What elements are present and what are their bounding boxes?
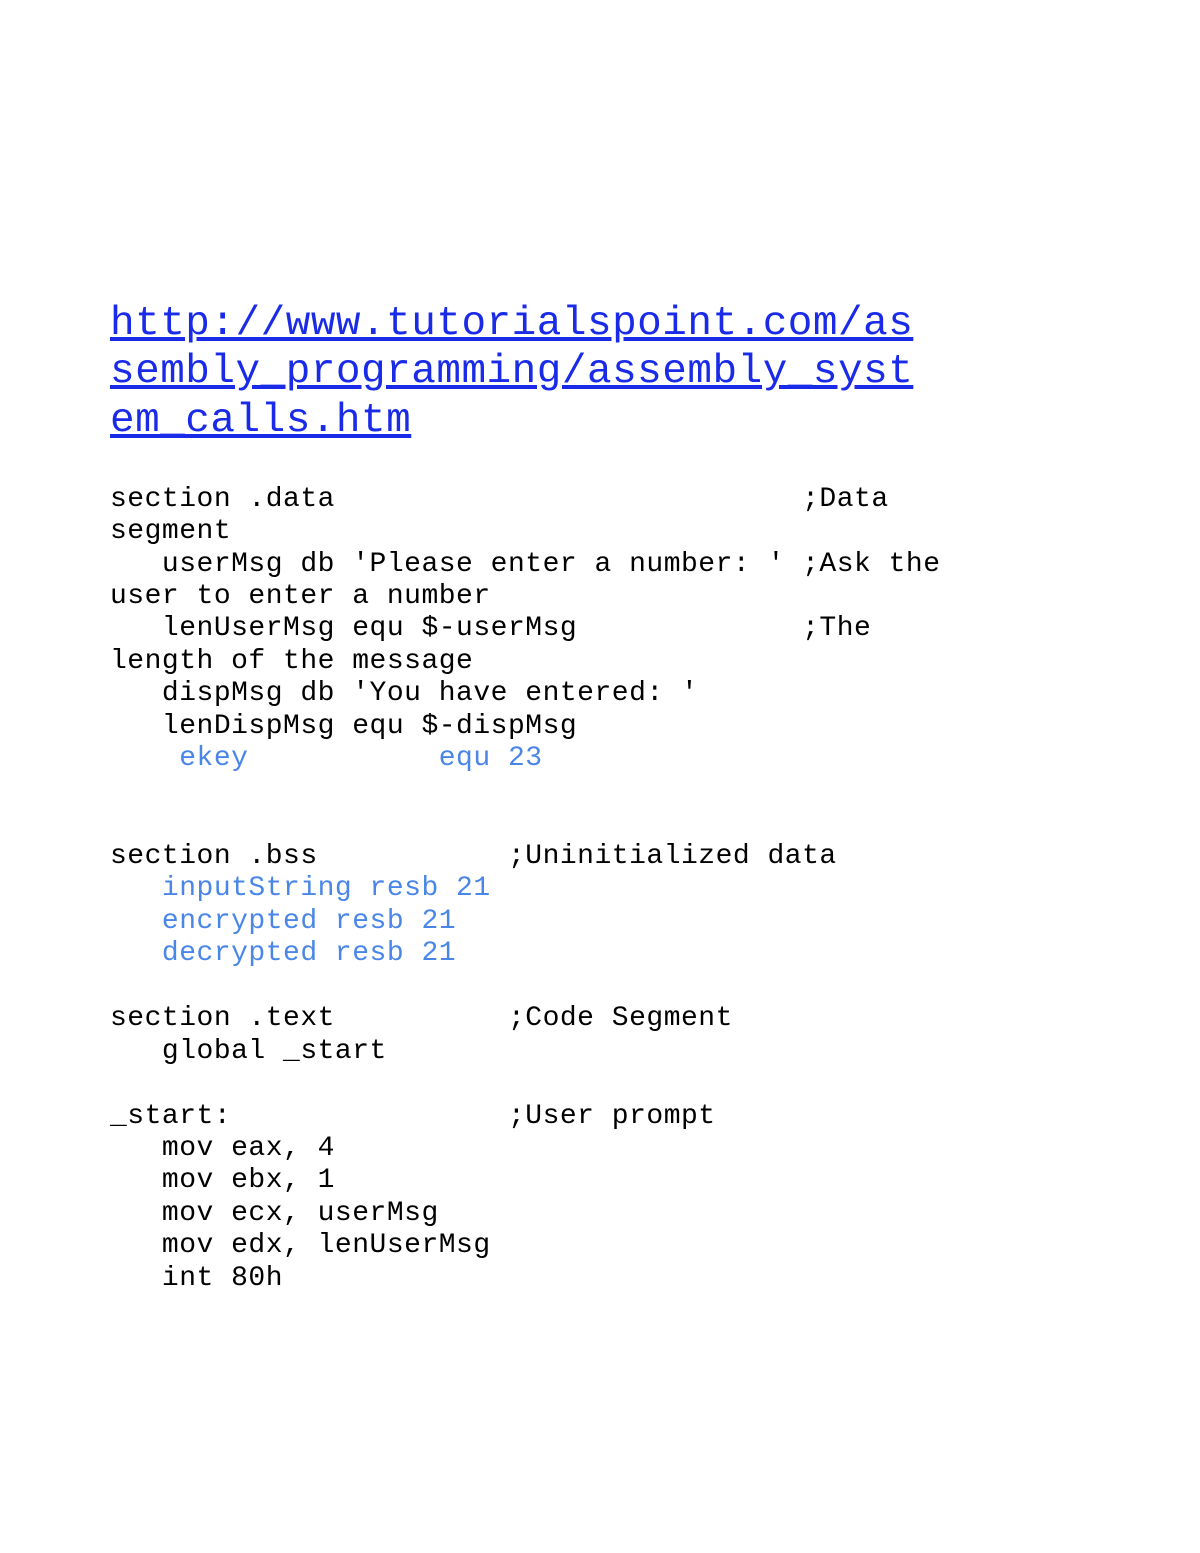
assembly-code-block: section .data ;Data segment userMsg db '… [110,451,1090,1328]
code-line: mov ecx, userMsg [110,1198,439,1229]
url-text-line3: em_calls.htm [110,398,411,444]
code-line: userMsg db 'Please enter a number: ' ;As… [110,549,958,580]
code-line [110,808,127,839]
code-line: section .data ;Data [110,484,906,515]
code-line: mov ebx, 1 [110,1165,335,1196]
code-line-added: decrypted resb 21 [110,938,456,969]
code-line: user to enter a number [110,581,491,612]
document-page: http://www.tutorialspoint.com/assembly_p… [0,0,1200,1553]
code-line-added: inputString resb 21 [110,873,491,904]
code-line: int 80h [110,1263,283,1294]
url-text-line2: sembly_programming/assembly_syst [110,349,913,395]
code-line: mov edx, lenUserMsg [110,1230,491,1261]
code-line: segment [110,516,231,547]
source-link-block: http://www.tutorialspoint.com/assembly_p… [110,300,1090,445]
code-line: _start: ;User prompt [110,1101,716,1132]
source-url-link[interactable]: http://www.tutorialspoint.com/assembly_p… [110,301,913,444]
code-line: length of the message [110,646,473,677]
code-line [110,776,127,807]
code-line: lenUserMsg equ $-userMsg ;The [110,613,889,644]
code-line: section .text ;Code Segment [110,1003,733,1034]
code-line [110,1068,127,1099]
url-text-line1: http://www.tutorialspoint.com/as [110,301,913,347]
code-line-added: ekey equ 23 [110,743,543,774]
code-line: dispMsg db 'You have entered: ' [110,678,698,709]
code-line: mov eax, 4 [110,1133,335,1164]
code-line [110,971,127,1002]
code-line: global _start [110,1036,387,1067]
code-line: lenDispMsg equ $-dispMsg [110,711,871,742]
code-line-added: encrypted resb 21 [110,906,456,937]
code-line: section .bss ;Uninitialized data [110,841,837,872]
